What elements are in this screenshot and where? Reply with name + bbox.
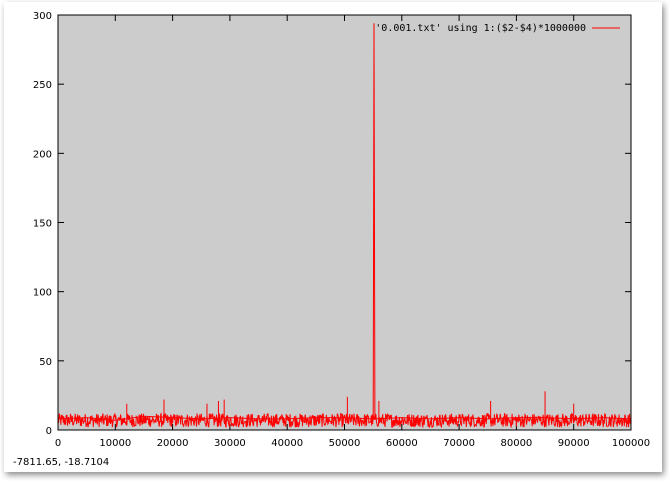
x-tick-label: 90000 xyxy=(558,438,590,449)
y-tick-label: 300 xyxy=(33,11,52,22)
mouse-coordinates-readout: -7811.65, -18.7104 xyxy=(13,457,110,468)
x-tick-label: 80000 xyxy=(500,438,532,449)
y-tick-label: 250 xyxy=(33,80,52,91)
x-tick-label: 20000 xyxy=(157,438,189,449)
legend-label: '0.001.txt' using 1:($2-$4)*1000000 xyxy=(375,23,586,34)
x-tick-label: 30000 xyxy=(214,438,246,449)
plot-area xyxy=(58,15,631,430)
x-tick-label: 40000 xyxy=(271,438,303,449)
y-tick-label: 0 xyxy=(46,426,52,437)
y-tick-label: 50 xyxy=(39,357,52,368)
y-tick-label: 150 xyxy=(33,219,52,230)
y-tick-label: 100 xyxy=(33,288,52,299)
x-tick-label: 70000 xyxy=(443,438,475,449)
x-tick-label: 10000 xyxy=(99,438,131,449)
y-tick-label: 200 xyxy=(33,149,52,160)
gnuplot-window: 0 50 100 150 200 250 300 0 10000 20000 30000 40000 5… xyxy=(4,2,662,472)
plot-canvas[interactable]: 0 50 100 150 200 250 300 0 10000 20000 30000 40000 5… xyxy=(4,2,662,472)
x-tick-label: 60000 xyxy=(386,438,418,449)
x-tick-label: 50000 xyxy=(329,438,361,449)
x-tick-label: 100000 xyxy=(612,438,650,449)
x-tick-label: 0 xyxy=(55,438,61,449)
